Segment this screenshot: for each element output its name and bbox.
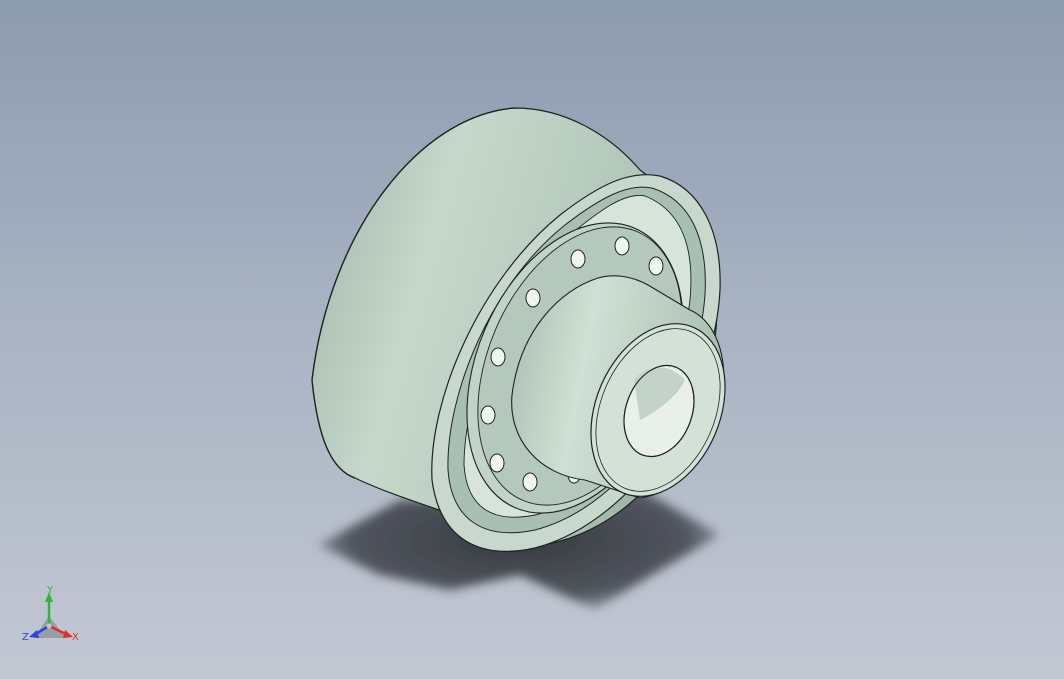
bolt-hole: [525, 288, 541, 308]
triad-origin-icon: [46, 623, 52, 629]
model-view[interactable]: [0, 0, 1064, 679]
bolt-hole: [522, 472, 538, 492]
coordinate-triad[interactable]: Y X Z: [18, 586, 84, 648]
z-axis-label: Z: [22, 632, 29, 643]
bolt-hole: [614, 236, 630, 256]
x-axis-label: X: [72, 632, 79, 643]
graphics-viewport[interactable]: Y X Z: [0, 0, 1064, 679]
bolt-hole: [480, 405, 496, 425]
bolt-hole: [570, 249, 586, 269]
bolt-hole: [648, 256, 664, 276]
bolt-hole: [490, 347, 506, 367]
y-axis-label: Y: [46, 586, 54, 596]
bolt-hole: [489, 453, 505, 473]
